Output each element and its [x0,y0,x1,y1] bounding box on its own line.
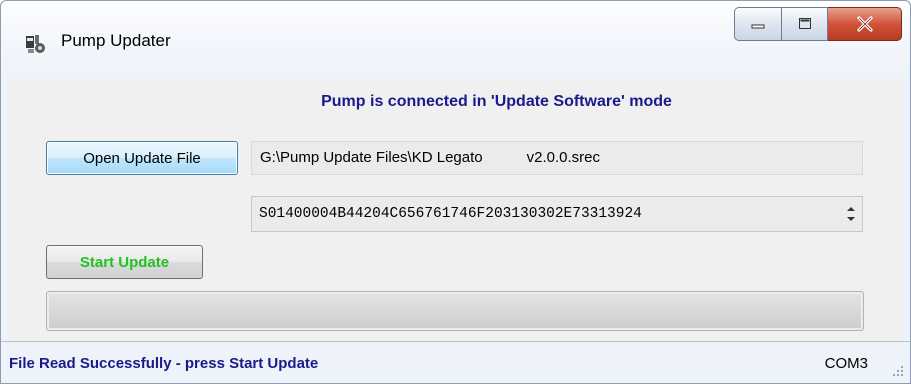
minimize-icon [751,24,765,29]
open-update-file-button[interactable]: Open Update File [46,141,238,175]
title-bar[interactable]: Pump Updater [1,1,910,79]
srec-record-value: S01400004B44204C656761746F203130302E7331… [259,206,642,222]
file-path-text: G:\Pump Update Files\KD Legato [260,149,483,166]
maximize-button[interactable] [782,7,828,41]
spin-updown-icon[interactable] [842,201,860,227]
update-progress-bar [46,291,864,331]
resize-grip-icon[interactable] [890,363,904,377]
pump-updater-app-icon [26,35,45,53]
status-bar: File Read Successfully - press Start Upd… [1,341,910,383]
window-controls [734,7,902,41]
minimize-button[interactable] [734,7,782,41]
com-port-label: COM3 [824,355,868,372]
file-path-field: G:\Pump Update Files\KD Legato v2.0.0.sre… [251,141,863,175]
connection-status-message: Pump is connected in 'Update Software' m… [321,93,672,110]
close-button[interactable] [828,7,902,41]
srec-record-field[interactable]: S01400004B44204C656761746F203130302E7331… [251,196,863,232]
maximize-icon [798,18,811,29]
pump-updater-window: Pump Updater Pump is connected in 'Updat… [0,0,911,384]
file-version-text: v2.0.0.srec [526,149,600,166]
start-update-button[interactable]: Start Update [46,245,203,279]
close-icon [856,16,873,32]
status-message: File Read Successfully - press Start Upd… [9,355,319,372]
window-title: Pump Updater [61,31,171,50]
